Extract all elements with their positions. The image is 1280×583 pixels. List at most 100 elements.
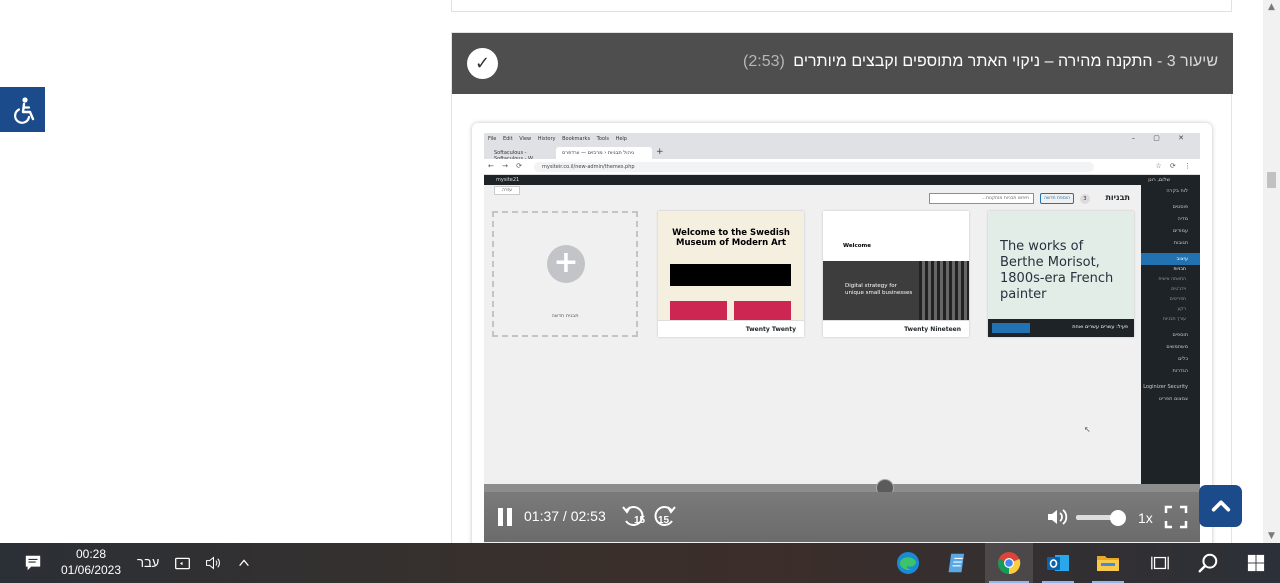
notifications-button[interactable]: [18, 543, 48, 583]
scroll-down-icon[interactable]: ▼: [1263, 529, 1280, 543]
back-to-top-button[interactable]: [1199, 485, 1242, 527]
add-new-theme-card: + תבנית חדשה: [492, 211, 638, 337]
pause-button[interactable]: [498, 508, 514, 526]
theme-preview-heading: Welcome to the Swedish Museum of Modern …: [672, 228, 790, 248]
volume-slider[interactable]: [1076, 510, 1126, 526]
edge-icon: [897, 552, 919, 574]
wp-sidebar-item: משתמשים: [1166, 344, 1188, 350]
menu-item: History: [537, 136, 556, 142]
windows-taskbar: 00:28 01/06/2023 עבר: [0, 543, 1280, 583]
outlook-icon: [1047, 555, 1069, 571]
lesson-title: שיעור 3 - התקנה מהירה – ניקוי האתר מתוספ…: [743, 53, 1218, 71]
search-button[interactable]: [1188, 543, 1228, 583]
theme-preview-block: [670, 301, 727, 320]
menu-item: Bookmarks: [562, 136, 591, 142]
wp-sidebar-item: מדיה: [1177, 216, 1188, 222]
wp-sidebar-subitem: עורך תבניות: [1163, 317, 1186, 322]
wp-help-button: עזרה: [494, 186, 520, 195]
notepad-app[interactable]: [938, 543, 978, 583]
skip-back-label: 15: [634, 515, 646, 526]
wp-sidebar-item: Loginizer Security: [1143, 384, 1188, 390]
wp-site-name: mysite21: [496, 177, 520, 183]
menu-item: Tools: [596, 136, 609, 142]
show-hidden-icons-button[interactable]: [232, 543, 256, 583]
lesson-header[interactable]: שיעור 3 - התקנה מהירה – ניקוי האתר מתוספ…: [452, 33, 1233, 94]
wp-sidebar-subitem: התאמה אישית: [1158, 277, 1187, 282]
customize-button: [992, 323, 1030, 333]
lesson-name: התקנה מהירה – ניקוי האתר מתוספים וקבצים …: [793, 53, 1153, 70]
file-explorer-app[interactable]: [1088, 543, 1128, 583]
themes-title: תבניות: [1105, 193, 1130, 202]
theme-card-active: The works of Berthe Morisot, 1800s-era F…: [988, 211, 1134, 337]
speaker-icon: [205, 556, 220, 570]
theme-card-twenty-nineteen: Welcome Digital strategy for unique smal…: [823, 211, 969, 337]
active-theme-footer: פעיל: עשרים עשרים ואחת: [988, 319, 1134, 337]
theme-name: Twenty Nineteen: [823, 320, 969, 337]
outlook-app[interactable]: [1038, 543, 1078, 583]
volume-icon: [1048, 509, 1068, 525]
accessibility-button[interactable]: [0, 87, 45, 132]
video-time: 01:37 / 02:53: [524, 508, 606, 524]
chevron-up-icon: [239, 559, 249, 567]
playback-speed-button[interactable]: 1x: [1138, 510, 1153, 526]
task-view-button[interactable]: [1140, 543, 1180, 583]
video-progress-bar[interactable]: [484, 479, 1200, 497]
edge-app[interactable]: [888, 543, 928, 583]
menu-item: File: [488, 136, 497, 142]
add-new-theme-button: הוספת חדשה: [1040, 193, 1074, 204]
theme-card-twenty-twenty: Welcome to the Swedish Museum of Modern …: [658, 211, 804, 337]
wp-sidebar-subitem: וידג'טים: [1171, 287, 1186, 292]
skip-back-button[interactable]: 15: [620, 502, 646, 528]
clock-date: 01/06/2023: [60, 563, 122, 577]
video-player[interactable]: File Edit View History Bookmarks Tools H…: [472, 123, 1212, 543]
task-view-icon: [1151, 556, 1169, 570]
fullscreen-icon: [1164, 505, 1188, 529]
volume-button[interactable]: [1046, 507, 1068, 527]
theme-preview-bar: [670, 264, 791, 286]
browser-tab: Softaculous - Softaculous - W...: [494, 150, 537, 162]
fullscreen-button[interactable]: [1164, 505, 1188, 529]
theme-screenshot: Welcome Digital strategy for unique smal…: [823, 211, 969, 320]
theme-preview-keyboard: [919, 261, 969, 320]
browser-tool-icons: ☆ ⟳ ⋮: [1155, 162, 1194, 170]
menu-item: Help: [615, 136, 627, 142]
search-icon: [1198, 553, 1218, 573]
volume-handle[interactable]: [1110, 510, 1126, 526]
page: שיעור 3 - התקנה מהירה – ניקוי האתר מתוספ…: [0, 0, 1280, 543]
video-frame: File Edit View History Bookmarks Tools H…: [484, 133, 1200, 543]
scroll-up-icon[interactable]: ▲: [1263, 0, 1280, 14]
folder-icon: [1097, 556, 1119, 571]
browser-nav-icons: ← → ⟳: [488, 162, 526, 170]
theme-preview-heading: The works of Berthe Morisot, 1800s-era F…: [1000, 239, 1114, 302]
browser-address-bar: ← → ⟳ mysiteir.co.il/new-admin/themes.ph…: [484, 159, 1200, 175]
rewind-15-icon: 15: [622, 506, 646, 526]
meet-now-button[interactable]: [170, 543, 194, 583]
browser-url: mysiteir.co.il/new-admin/themes.php: [534, 162, 1094, 172]
notification-icon: [25, 555, 41, 571]
skip-forward-button[interactable]: 15: [652, 502, 678, 528]
wheelchair-icon: [13, 96, 34, 124]
wp-sidebar: לוח בקרה פוסטים מדיה עמודים תגובות עיצוב תבניו…: [1141, 185, 1200, 495]
wp-sidebar-item: תוספים: [1172, 332, 1188, 338]
theme-screenshot: The works of Berthe Morisot, 1800s-era F…: [988, 211, 1134, 337]
clock-time: 00:28: [75, 547, 107, 561]
chrome-app[interactable]: [985, 543, 1033, 583]
language-indicator[interactable]: עבר: [137, 555, 159, 570]
forward-15-icon: 15: [654, 506, 676, 526]
themes-count: 3: [1080, 194, 1090, 204]
start-button[interactable]: [1236, 543, 1276, 583]
volume-tray-button[interactable]: [201, 543, 225, 583]
active-theme-label: פעיל: עשרים עשרים ואחת: [1072, 324, 1128, 330]
mouse-cursor-icon: ↖: [1084, 425, 1091, 434]
browser-tabs: Softaculous - Softaculous - W... ניהול ת…: [484, 145, 1200, 162]
taskbar-clock[interactable]: 00:28 01/06/2023: [50, 546, 132, 578]
page-scrollbar[interactable]: ▲ ▼: [1263, 0, 1280, 543]
lesson-duration: (2:53): [743, 53, 785, 70]
wp-sidebar-item: עיצוב: [1141, 253, 1200, 265]
completed-check-icon: ✓: [467, 48, 498, 79]
wp-sidebar-item: פוסטים: [1172, 204, 1188, 210]
scrollbar-thumb[interactable]: [1267, 172, 1276, 188]
wp-greeting: שלום, רונן: [1148, 177, 1170, 183]
theme-preview-text: Digital strategy for unique small busine…: [845, 283, 913, 296]
skip-forward-label: 15: [658, 515, 670, 526]
